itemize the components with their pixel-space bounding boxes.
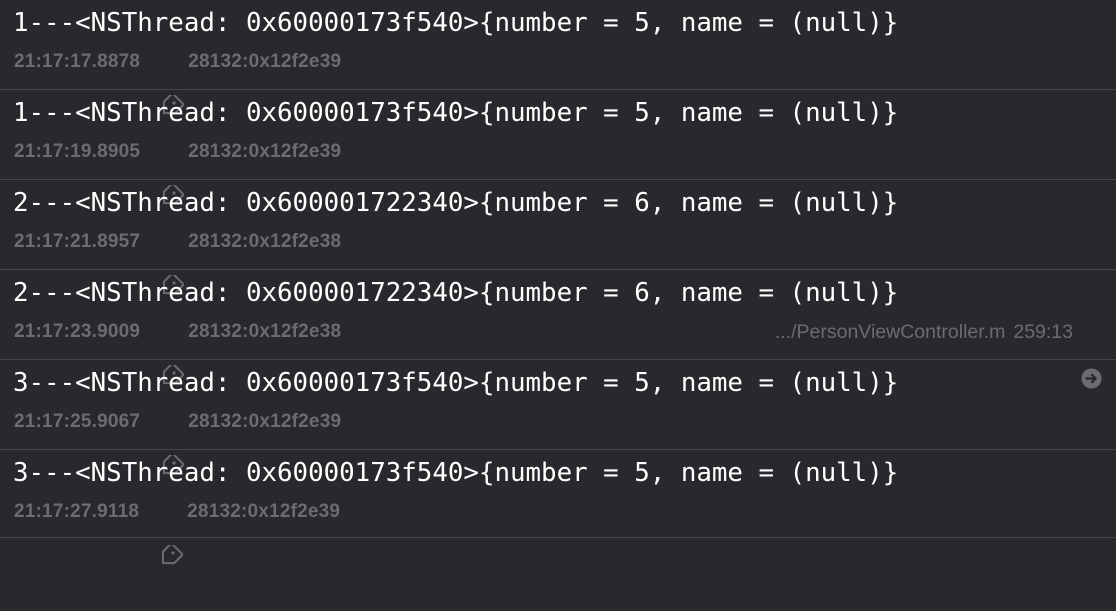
log-thread-id: 28132:0x12f2e38 [188, 321, 342, 342]
log-timestamp: 21:17:17.8878 [14, 51, 141, 72]
log-message: 1---<NSThread: 0x60000173f540>{number = … [13, 8, 899, 38]
log-metadata: 21:17:21.8957 28132:0x12f2e38 [14, 230, 342, 295]
tag-icon [158, 231, 185, 295]
divider [0, 537, 1116, 538]
source-location-link[interactable]: .../PersonViewController.m 259:13 [774, 320, 1102, 388]
log-entry[interactable]: 3---<NSThread: 0x60000173f540>{number = … [0, 450, 1116, 565]
log-metadata: 21:17:17.8878 28132:0x12f2e39 [14, 50, 342, 115]
tag-icon [158, 141, 185, 205]
log-thread-id: 28132:0x12f2e38 [188, 231, 342, 252]
log-metadata: 21:17:23.9009 28132:0x12f2e38 [14, 320, 342, 385]
log-thread-id: 28132:0x12f2e39 [188, 411, 342, 432]
log-thread-id: 28132:0x12f2e39 [188, 51, 342, 72]
log-metadata: 21:17:19.8905 28132:0x12f2e39 [14, 140, 342, 205]
log-metadata: 21:17:27.9118 28132:0x12f2e39 [14, 500, 341, 565]
log-message: 3---<NSThread: 0x60000173f540>{number = … [13, 368, 899, 398]
tag-icon [157, 501, 184, 565]
log-thread-id: 28132:0x12f2e39 [188, 141, 342, 162]
log-message: 2---<NSThread: 0x600001722340>{number = … [13, 278, 899, 308]
tag-icon [158, 411, 185, 475]
log-entry[interactable]: 3---<NSThread: 0x60000173f540>{number = … [0, 360, 1116, 475]
log-timestamp: 21:17:27.9118 [14, 501, 140, 522]
tag-icon [158, 51, 185, 115]
arrow-circle-right-icon[interactable] [1081, 322, 1102, 388]
debug-console: 1---<NSThread: 0x60000173f540>{number = … [0, 0, 1116, 565]
log-thread-id: 28132:0x12f2e39 [187, 501, 341, 522]
tag-icon [158, 321, 185, 385]
log-message: 2---<NSThread: 0x600001722340>{number = … [13, 188, 899, 218]
log-metadata: 21:17:25.9067 28132:0x12f2e39 [14, 410, 342, 475]
log-timestamp: 21:17:25.9067 [14, 411, 141, 432]
log-timestamp: 21:17:23.9009 [14, 321, 141, 342]
source-file-name: .../PersonViewController.m [774, 320, 1006, 343]
log-timestamp: 21:17:19.8905 [14, 141, 141, 162]
log-entry[interactable]: 2---<NSThread: 0x600001722340>{number = … [0, 180, 1116, 295]
source-line-column: 259:13 [1013, 320, 1073, 343]
log-message: 3---<NSThread: 0x60000173f540>{number = … [13, 458, 899, 488]
log-message: 1---<NSThread: 0x60000173f540>{number = … [13, 98, 899, 128]
log-timestamp: 21:17:21.8957 [14, 231, 141, 252]
log-entry[interactable]: 1---<NSThread: 0x60000173f540>{number = … [0, 0, 1116, 115]
log-entry[interactable]: 2---<NSThread: 0x600001722340>{number = … [0, 270, 1116, 388]
log-entry[interactable]: 1---<NSThread: 0x60000173f540>{number = … [0, 90, 1116, 205]
